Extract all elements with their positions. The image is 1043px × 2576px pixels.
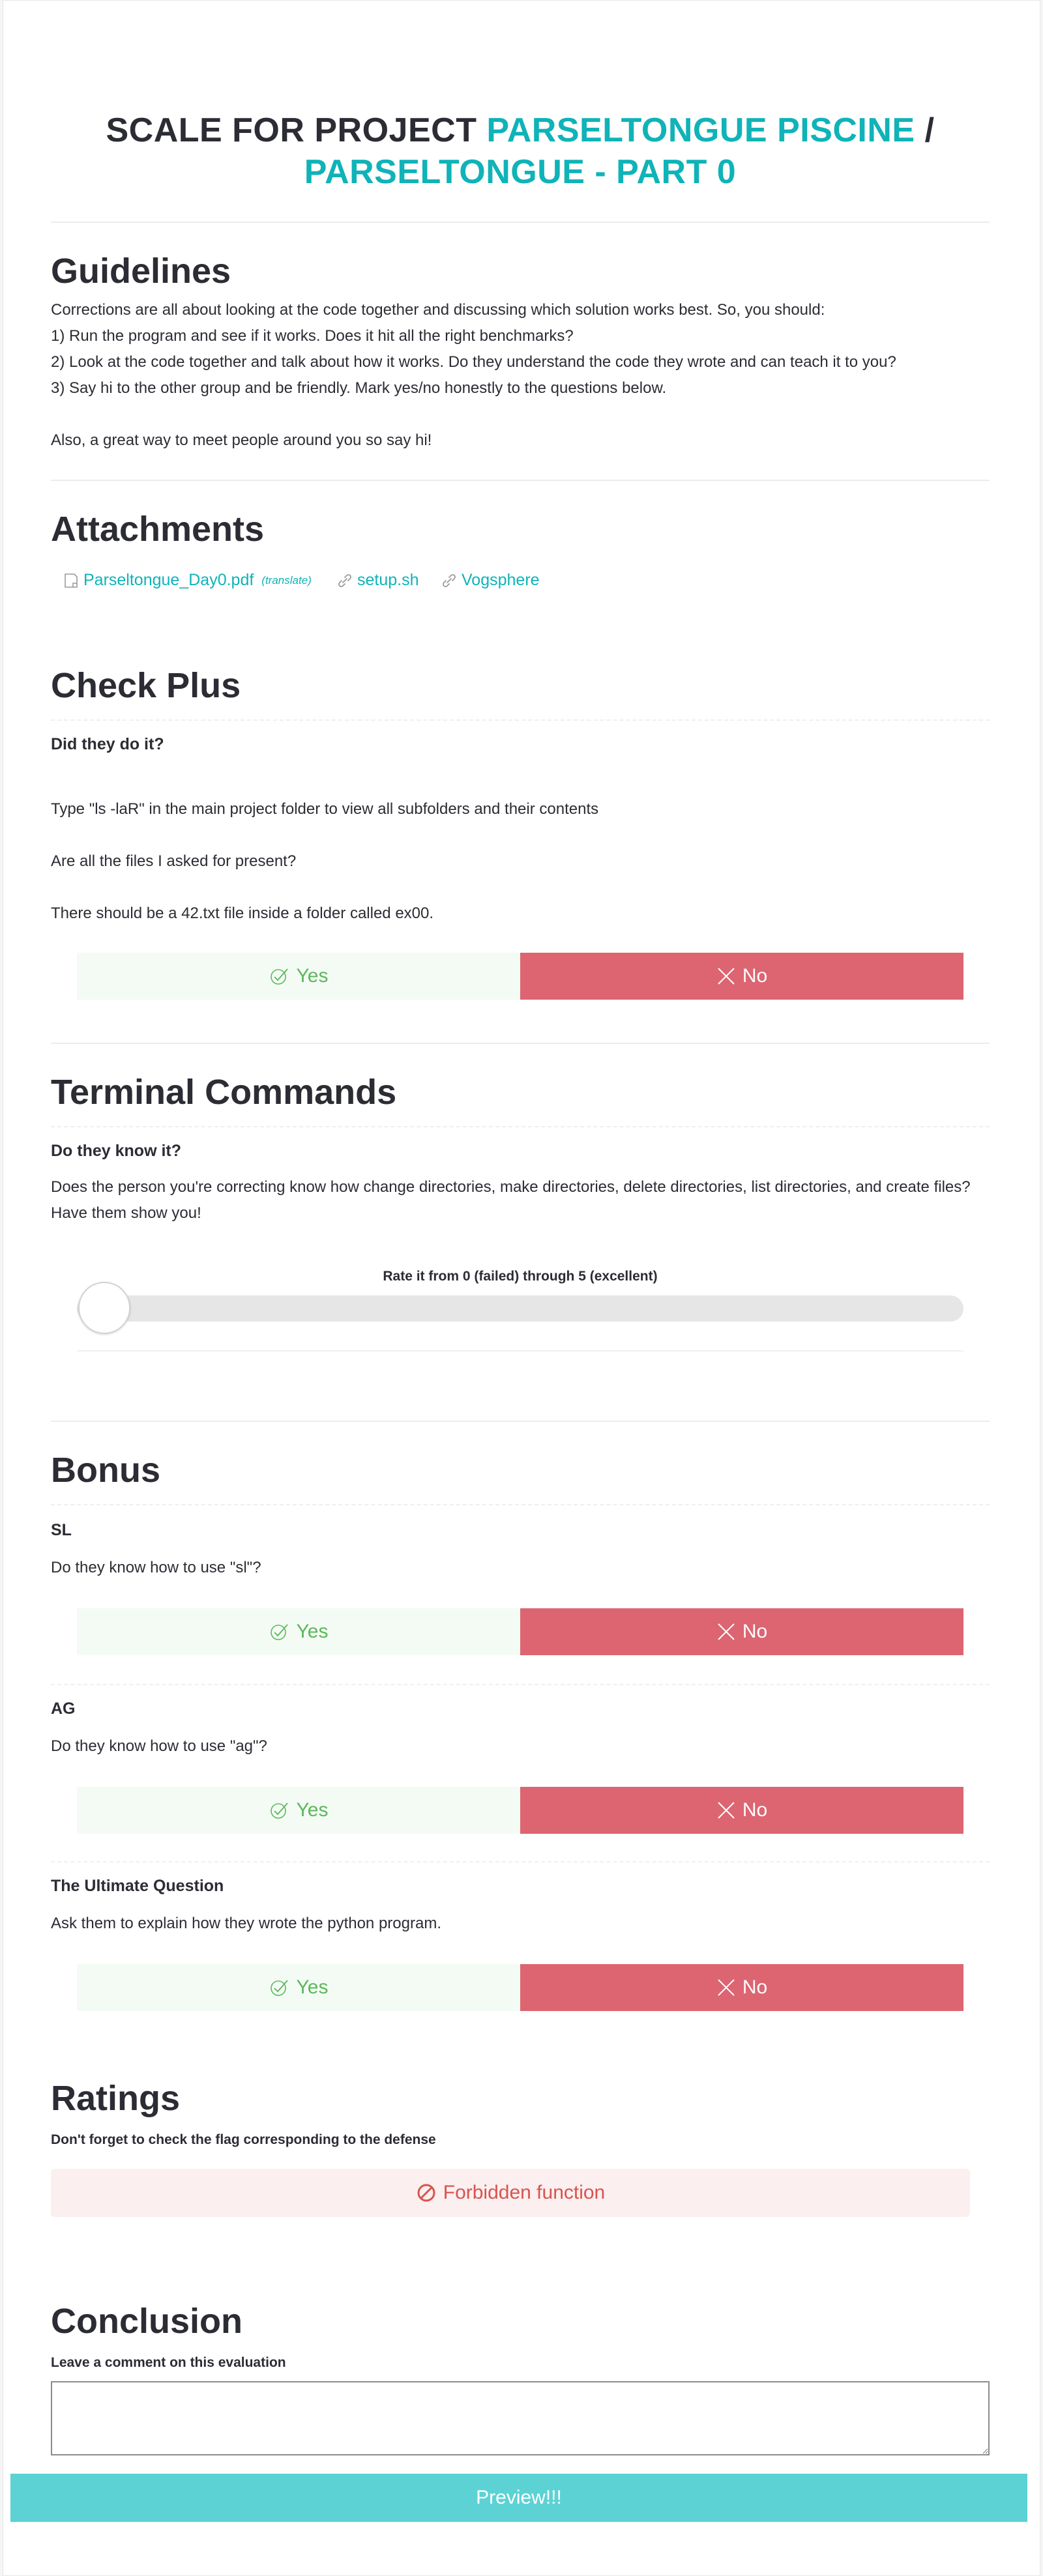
yes-no-group: Yes No — [77, 1964, 963, 2011]
project-name-line2: PARSELTONGUE - PART 0 — [304, 153, 737, 191]
ratings-subtitle: Don't forget to check the flag correspon… — [51, 2132, 436, 2147]
question-line: There should be a 42.txt file inside a f… — [51, 904, 434, 922]
no-label: No — [742, 1976, 768, 1998]
divider — [51, 1043, 990, 1044]
yes-no-group: Yes No — [77, 953, 963, 1000]
attachment-setup-link[interactable]: setup.sh — [336, 571, 419, 590]
close-icon — [718, 968, 735, 985]
attachment-vogsphere-link[interactable]: Vogsphere — [441, 571, 540, 590]
attachments-heading: Attachments — [51, 510, 265, 549]
terminal-commands-heading: Terminal Commands — [51, 1073, 397, 1112]
no-label: No — [742, 1621, 768, 1642]
no-label: No — [742, 965, 768, 987]
attachment-label[interactable]: setup.sh — [357, 571, 419, 590]
check-icon — [270, 1624, 288, 1640]
yes-no-group: Yes No — [77, 1608, 963, 1655]
divider — [77, 1350, 963, 1352]
link-icon — [443, 573, 456, 587]
divider — [51, 1421, 990, 1422]
bonus-heading: Bonus — [51, 1451, 160, 1490]
check-icon — [270, 1980, 288, 1996]
divider — [51, 222, 990, 223]
document-icon — [65, 573, 78, 588]
project-name-line1: PARSELTONGUE PISCINE — [486, 111, 915, 149]
close-icon — [718, 1802, 735, 1819]
yes-label: Yes — [296, 965, 329, 987]
no-button[interactable]: No — [520, 1608, 963, 1655]
conclusion-subtitle: Leave a comment on this evaluation — [51, 2355, 286, 2370]
close-icon — [718, 1623, 735, 1640]
yes-button[interactable]: Yes — [77, 953, 520, 1000]
rating-label: Rate it from 0 (failed) through 5 (excel… — [383, 1269, 658, 1284]
no-button[interactable]: No — [520, 1787, 963, 1834]
question-line: Does the person you're correcting know h… — [51, 1178, 971, 1196]
rating-slider-track[interactable] — [77, 1295, 963, 1322]
guideline-line: Corrections are all about looking at the… — [51, 301, 825, 319]
question-title: Did they do it? — [51, 735, 164, 753]
comment-field[interactable] — [51, 2381, 990, 2455]
forbidden-function-flag[interactable]: Forbidden function — [51, 2169, 970, 2217]
question-text: Does the person you're correcting know h… — [51, 1174, 990, 1226]
yes-label: Yes — [296, 1799, 329, 1821]
check-icon — [270, 1802, 288, 1819]
question-line: Do they know how to use "sl"? — [51, 1559, 261, 1576]
no-button[interactable]: No — [520, 953, 963, 1000]
yes-label: Yes — [296, 1976, 329, 1998]
question-title: Do they know it? — [51, 1142, 181, 1160]
guideline-line: 1) Run the program and see if it works. … — [51, 327, 574, 345]
yes-button[interactable]: Yes — [77, 1787, 520, 1834]
forbidden-icon — [417, 2184, 435, 2202]
flag-label: Forbidden function — [443, 2182, 606, 2203]
attachment-label[interactable]: Parseltongue_Day0.pdf — [83, 571, 254, 590]
question-line: Have them show you! — [51, 1204, 201, 1222]
no-label: No — [742, 1799, 768, 1821]
rating-slider-handle[interactable] — [78, 1282, 130, 1334]
divider — [51, 480, 990, 481]
title-prefix: SCALE FOR PROJECT — [106, 111, 477, 149]
guideline-line — [51, 401, 990, 427]
guideline-line: Also, a great way to meet people around … — [51, 431, 432, 449]
check-plus-heading: Check Plus — [51, 666, 241, 705]
yes-button[interactable]: Yes — [77, 1608, 520, 1655]
guideline-line: 2) Look at the code together and talk ab… — [51, 353, 896, 371]
guidelines-text: Corrections are all about looking at the… — [51, 297, 990, 454]
question-line: Do they know how to use "ag"? — [51, 1737, 267, 1755]
dashed-divider — [51, 1126, 990, 1127]
dashed-divider — [51, 1684, 990, 1685]
question-title: SL — [51, 1521, 72, 1539]
question-title: The Ultimate Question — [51, 1877, 224, 1895]
dashed-divider — [51, 1504, 990, 1505]
dashed-divider — [51, 1861, 990, 1862]
check-icon — [270, 968, 288, 985]
preview-button[interactable]: Preview!!! — [10, 2474, 1027, 2522]
question-line: Type "ls -laR" in the main project folde… — [51, 800, 599, 818]
guidelines-heading: Guidelines — [51, 252, 231, 291]
page-title: SCALE FOR PROJECT PARSELTONGUE PISCINE /… — [51, 109, 990, 193]
guideline-line: 3) Say hi to the other group and be frie… — [51, 379, 667, 397]
no-button[interactable]: No — [520, 1964, 963, 2011]
title-slash: / — [924, 111, 935, 149]
question-title: AG — [51, 1700, 76, 1718]
translate-link[interactable]: (translate) — [261, 574, 312, 587]
yes-button[interactable]: Yes — [77, 1964, 520, 2011]
attachment-label[interactable]: Vogsphere — [462, 571, 540, 590]
question-line: Are all the files I asked for present? — [51, 852, 297, 870]
ratings-heading: Ratings — [51, 2079, 181, 2118]
yes-no-group: Yes No — [77, 1787, 963, 1834]
question-line: Ask them to explain how they wrote the p… — [51, 1915, 441, 1932]
link-icon — [338, 573, 351, 587]
close-icon — [718, 1979, 735, 1996]
conclusion-heading: Conclusion — [51, 2302, 242, 2341]
attachment-pdf-link[interactable]: Parseltongue_Day0.pdf (translate) — [63, 571, 312, 590]
yes-label: Yes — [296, 1621, 329, 1642]
dashed-divider — [51, 719, 990, 721]
